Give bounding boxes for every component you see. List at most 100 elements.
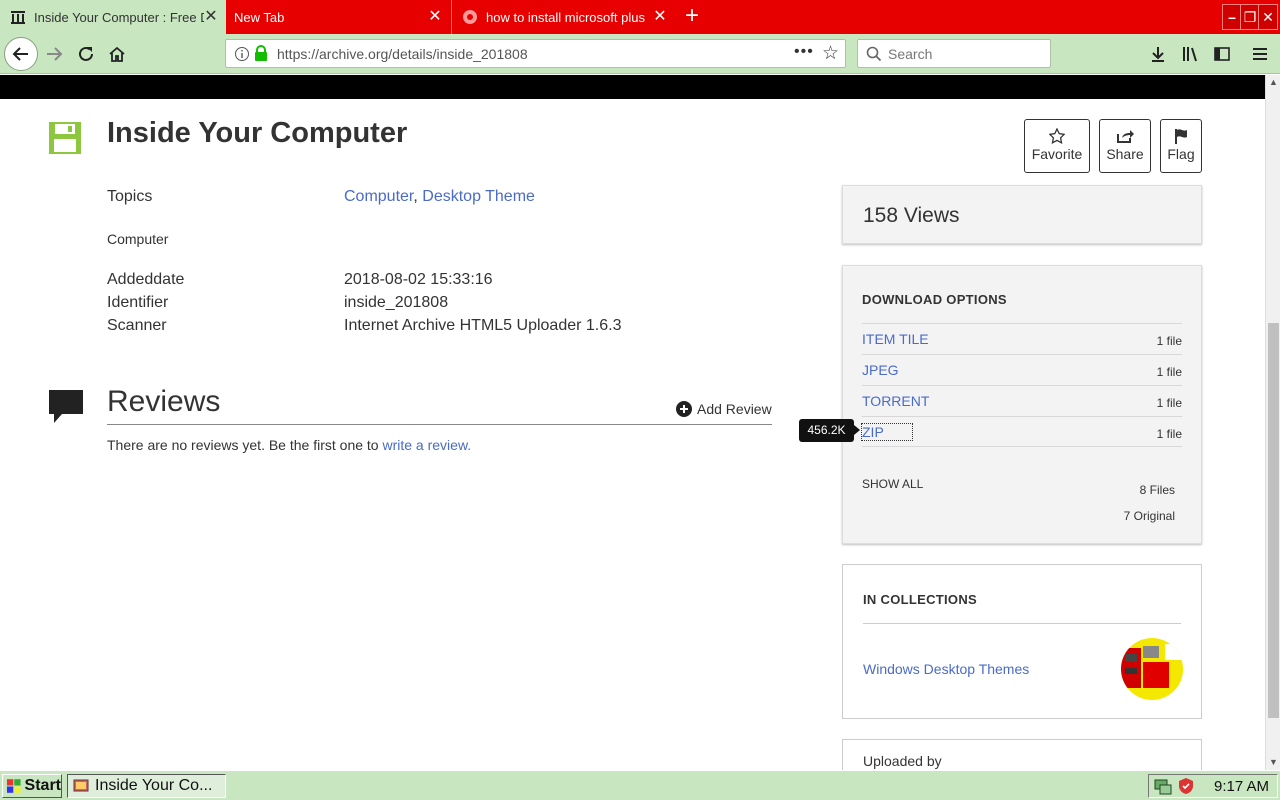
tab-title: how to install microsoft plus th bbox=[486, 9, 648, 25]
download-jpeg-link[interactable]: JPEG bbox=[862, 362, 899, 378]
identifier-value: inside_201808 bbox=[344, 294, 449, 311]
share-button[interactable]: Share bbox=[1099, 119, 1151, 173]
windows-logo-icon bbox=[6, 779, 21, 793]
tab-close-icon[interactable]: ✕ bbox=[426, 8, 444, 26]
sidebar-toggle-icon[interactable] bbox=[1206, 38, 1238, 70]
download-option-row: ZIP 1 file bbox=[861, 416, 1182, 447]
system-tray: 9:17 AM bbox=[1148, 774, 1278, 798]
share-label: Share bbox=[1106, 146, 1144, 162]
page-title: Inside Your Computer bbox=[107, 117, 408, 149]
download-item-tile-link[interactable]: ITEM TILE bbox=[862, 331, 929, 347]
search-icon bbox=[866, 46, 882, 62]
flag-button[interactable]: Flag bbox=[1160, 119, 1202, 173]
taskbar-window-button[interactable]: Inside Your Co... bbox=[67, 774, 226, 798]
plus-circle-icon bbox=[676, 401, 692, 417]
download-option-row: JPEG 1 file bbox=[862, 354, 1182, 385]
topic-link-desktop-theme[interactable]: Desktop Theme bbox=[422, 188, 535, 205]
close-window-icon[interactable]: ✕ bbox=[1258, 4, 1278, 30]
tab-close-icon[interactable]: ✕ bbox=[651, 8, 669, 26]
favorite-button[interactable]: Favorite bbox=[1024, 119, 1090, 173]
address-bar[interactable]: https://archive.org/details/inside_20180… bbox=[225, 39, 846, 68]
floppy-disk-icon bbox=[49, 122, 81, 154]
search-input[interactable] bbox=[888, 45, 1038, 63]
download-file-count: 1 file bbox=[1156, 334, 1182, 348]
download-option-row: ITEM TILE 1 file bbox=[862, 323, 1182, 354]
start-button[interactable]: Start bbox=[2, 774, 62, 798]
reviews-divider bbox=[107, 424, 772, 425]
tab-how-to-install[interactable]: how to install microsoft plus th ✕ bbox=[451, 0, 675, 34]
collections-box: IN COLLECTIONS Windows Desktop Themes bbox=[842, 564, 1202, 719]
add-review-label: Add Review bbox=[697, 401, 772, 417]
library-icon[interactable] bbox=[1174, 38, 1206, 70]
flag-icon bbox=[1175, 129, 1187, 144]
collections-divider bbox=[863, 623, 1181, 624]
scroll-down-arrow-icon[interactable]: ▼ bbox=[1266, 755, 1280, 770]
download-options-box: DOWNLOAD OPTIONS ITEM TILE 1 file JPEG 1… bbox=[842, 265, 1202, 544]
browser-window-icon bbox=[73, 779, 89, 792]
favorite-label: Favorite bbox=[1031, 146, 1083, 162]
menu-hamburger-icon[interactable] bbox=[1244, 38, 1276, 70]
item-description: Computer bbox=[107, 231, 169, 247]
tab-title: New Tab bbox=[234, 9, 285, 25]
new-tab-plus-icon[interactable]: + bbox=[678, 3, 706, 31]
taskbar-window-label: Inside Your Co... bbox=[95, 777, 213, 794]
bookmark-star-icon[interactable]: ☆ bbox=[822, 42, 839, 65]
page-scrollbar[interactable]: ▲ ▼ bbox=[1265, 75, 1280, 770]
flag-label: Flag bbox=[1167, 146, 1195, 162]
download-options-heading: DOWNLOAD OPTIONS bbox=[862, 292, 1007, 307]
topic-separator: , bbox=[413, 188, 418, 205]
download-icon[interactable] bbox=[1142, 38, 1174, 70]
write-review-link[interactable]: write a review. bbox=[382, 437, 471, 453]
forward-arrow-icon[interactable] bbox=[38, 38, 70, 70]
scroll-up-arrow-icon[interactable]: ▲ bbox=[1266, 75, 1280, 90]
reload-icon[interactable] bbox=[70, 38, 102, 70]
start-label: Start bbox=[24, 777, 61, 794]
opera-favicon-icon bbox=[463, 10, 477, 24]
page-content: Inside Your Computer Favorite Share Flag… bbox=[0, 99, 1265, 770]
download-file-count: 1 file bbox=[1156, 427, 1182, 441]
speech-bubble-icon bbox=[49, 390, 83, 423]
tab-inside-your-computer[interactable]: Inside Your Computer : Free D ✕ bbox=[0, 0, 226, 34]
original-files-count: 7 Original bbox=[1123, 509, 1175, 523]
info-icon[interactable] bbox=[234, 46, 250, 62]
download-file-count: 1 file bbox=[1156, 365, 1182, 379]
back-arrow-icon[interactable] bbox=[4, 37, 38, 71]
os-taskbar: Start Inside Your Co... 9:17 AM bbox=[0, 770, 1280, 800]
addeddate-label: Addeddate bbox=[107, 271, 185, 288]
home-icon[interactable] bbox=[101, 38, 133, 70]
collection-link-windows-desktop-themes[interactable]: Windows Desktop Themes bbox=[863, 661, 1029, 677]
collections-heading: IN COLLECTIONS bbox=[863, 592, 977, 607]
download-torrent-link[interactable]: TORRENT bbox=[862, 393, 929, 409]
clock: 9:17 AM bbox=[1214, 777, 1270, 795]
search-bar[interactable] bbox=[857, 39, 1051, 68]
scrollbar-thumb[interactable] bbox=[1268, 323, 1279, 718]
network-tray-icon[interactable] bbox=[1154, 777, 1172, 795]
topic-link-computer[interactable]: Computer bbox=[344, 188, 413, 205]
url-text: https://archive.org/details/inside_20180… bbox=[277, 46, 528, 62]
site-header-bar bbox=[0, 75, 1265, 99]
uploaded-by-box: Uploaded by bbox=[842, 739, 1202, 770]
views-count: 158 Views bbox=[863, 204, 960, 227]
topics-label: Topics bbox=[107, 188, 153, 205]
security-shield-icon[interactable] bbox=[1178, 777, 1194, 795]
restore-icon[interactable]: ❐ bbox=[1240, 4, 1260, 30]
page-actions-icon[interactable]: ••• bbox=[794, 43, 814, 61]
navigation-toolbar: https://archive.org/details/inside_20180… bbox=[0, 34, 1280, 74]
tab-close-icon[interactable]: ✕ bbox=[202, 8, 220, 26]
collection-thumbnail-image[interactable] bbox=[1121, 638, 1183, 700]
add-review-button[interactable]: Add Review bbox=[676, 401, 772, 417]
scanner-label: Scanner bbox=[107, 317, 167, 334]
lock-icon bbox=[255, 45, 267, 61]
tab-title: Inside Your Computer : Free D bbox=[34, 9, 204, 25]
show-all-link[interactable]: SHOW ALL bbox=[862, 477, 923, 491]
tab-new-tab[interactable]: New Tab ✕ bbox=[226, 0, 450, 34]
download-zip-link[interactable]: ZIP bbox=[861, 423, 913, 441]
views-box: 158 Views bbox=[842, 185, 1202, 244]
minimize-icon[interactable]: – bbox=[1222, 4, 1242, 30]
star-icon bbox=[1049, 128, 1065, 144]
total-files-count: 8 Files bbox=[1139, 483, 1175, 497]
reviews-empty-message: There are no reviews yet. Be the first o… bbox=[107, 437, 471, 453]
download-file-count: 1 file bbox=[1156, 396, 1182, 410]
addeddate-value: 2018-08-02 15:33:16 bbox=[344, 271, 493, 288]
topics-value: Computer, Desktop Theme bbox=[344, 188, 535, 206]
